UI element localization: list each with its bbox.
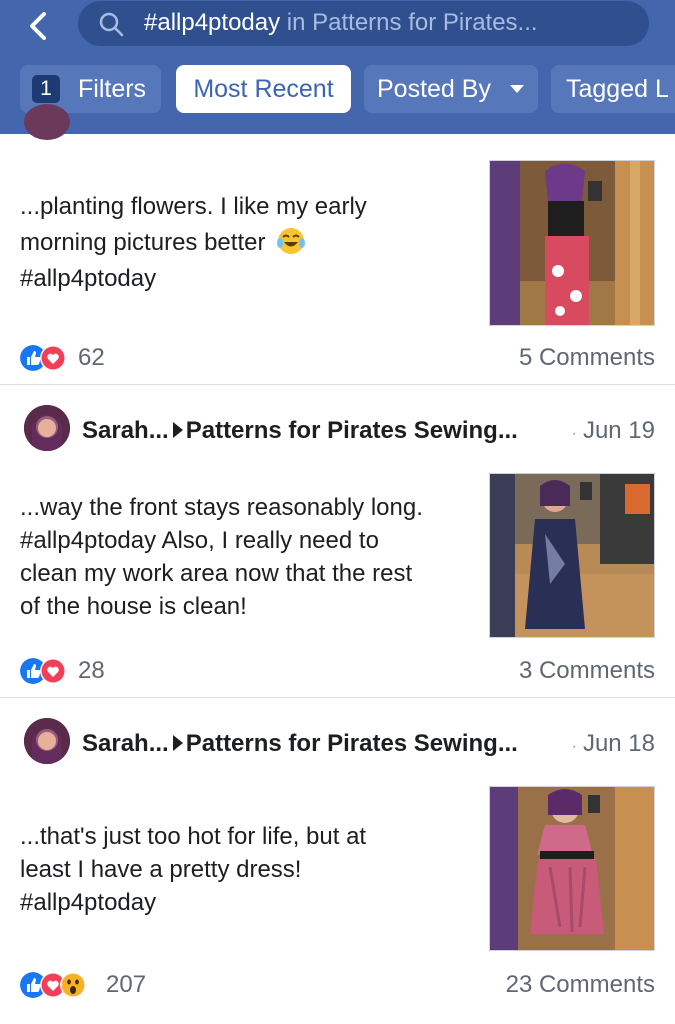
- post-card[interactable]: Sarah... Patterns for Pirates Sewing... ·…: [0, 385, 675, 696]
- tagged-location-chip[interactable]: Tagged L: [551, 65, 675, 113]
- most-recent-chip[interactable]: Most Recent: [176, 65, 351, 113]
- search-query: #allp4ptoday: [144, 9, 281, 36]
- avatar[interactable]: [24, 718, 70, 764]
- group-name[interactable]: Patterns for Pirates Sewing...: [186, 730, 518, 757]
- wow-icon: [60, 972, 86, 998]
- love-icon: [40, 658, 66, 684]
- love-icon: [40, 345, 66, 371]
- reactions-count: 28: [78, 657, 105, 684]
- post-text-line: morning pictures better: [20, 225, 470, 261]
- post-text-line: least I have a pretty dress!: [20, 856, 302, 883]
- avatar-photo: [24, 718, 70, 764]
- reactions-count: 62: [78, 344, 105, 371]
- reactions-count: 207: [106, 971, 147, 998]
- separator-dot: ·: [571, 738, 577, 755]
- post-card[interactable]: ...planting flowers. I like my early mor…: [0, 104, 675, 384]
- post-date: · Jun 19: [572, 417, 655, 445]
- arrow-right-icon: [172, 422, 183, 438]
- comments-link[interactable]: 5 Comments: [519, 343, 655, 373]
- author-name[interactable]: Sarah...: [82, 417, 169, 444]
- post-date-text: Jun 19: [582, 417, 655, 444]
- avatar-photo: [24, 405, 70, 451]
- avatar[interactable]: [24, 405, 70, 451]
- post-photo[interactable]: [489, 473, 655, 638]
- filters-count-badge: 1: [32, 75, 60, 103]
- search-scope: in Patterns for Pirates...: [280, 9, 538, 36]
- filter-bar: 1 Filters Most Recent Posted By Tagged L: [0, 65, 675, 113]
- post-photo[interactable]: [489, 786, 655, 951]
- post-text-line: ...that's just too hot for life, but at: [20, 823, 367, 850]
- comments-link[interactable]: 23 Comments: [506, 970, 655, 1000]
- post-text-line: #allp4ptoday: [20, 265, 157, 292]
- post-text: ...way the front stays reasonably long. …: [20, 491, 470, 623]
- search-query-text: #allp4ptoday in Patterns for Pirates...: [144, 9, 538, 37]
- author-line: Sarah... Patterns for Pirates Sewing...: [82, 417, 518, 445]
- post-text-line: #allp4ptoday Also, I really need to: [20, 527, 379, 554]
- crying-laughing-emoji-icon: [277, 228, 306, 254]
- posted-by-dropdown[interactable]: Posted By: [364, 65, 538, 113]
- search-icon: [99, 12, 124, 37]
- photo-woman-red-skirt: [490, 161, 654, 325]
- separator-dot: ·: [571, 425, 577, 442]
- post-date-text: Jun 18: [582, 730, 655, 757]
- search-input[interactable]: #allp4ptoday in Patterns for Pirates...: [78, 1, 649, 46]
- caret-down-icon: [510, 85, 524, 93]
- author-name[interactable]: Sarah...: [82, 730, 169, 757]
- posted-by-label: Posted By: [377, 75, 491, 103]
- avatar: [24, 104, 70, 140]
- post-text-line: ...way the front stays reasonably long.: [20, 494, 423, 521]
- post-text-line: clean my work area now that the rest: [20, 560, 413, 587]
- post-text-line: #allp4ptoday: [20, 889, 157, 916]
- photo-woman-pink-dress: [490, 787, 654, 950]
- post-photo[interactable]: [489, 160, 655, 326]
- filters-label: Filters: [78, 75, 147, 103]
- photo-woman-black-dress: [490, 474, 654, 637]
- author-line: Sarah... Patterns for Pirates Sewing...: [82, 730, 518, 758]
- post-text: ...that's just too hot for life, but at …: [20, 820, 470, 919]
- group-name[interactable]: Patterns for Pirates Sewing...: [186, 417, 518, 444]
- arrow-right-icon: [172, 735, 183, 751]
- chevron-left-icon: [30, 12, 46, 40]
- search-header: #allp4ptoday in Patterns for Pirates... …: [0, 0, 675, 134]
- comments-link[interactable]: 3 Comments: [519, 656, 655, 686]
- post-text-line: of the house is clean!: [20, 593, 247, 620]
- post-text: ...planting flowers. I like my early mor…: [20, 189, 470, 297]
- back-button[interactable]: [18, 6, 58, 46]
- post-text-line: ...planting flowers. I like my early: [20, 193, 367, 220]
- post-date: · Jun 18: [572, 730, 655, 758]
- post-card[interactable]: Sarah... Patterns for Pirates Sewing... ·…: [0, 698, 675, 1024]
- post-text-line-content: morning pictures better: [20, 229, 266, 256]
